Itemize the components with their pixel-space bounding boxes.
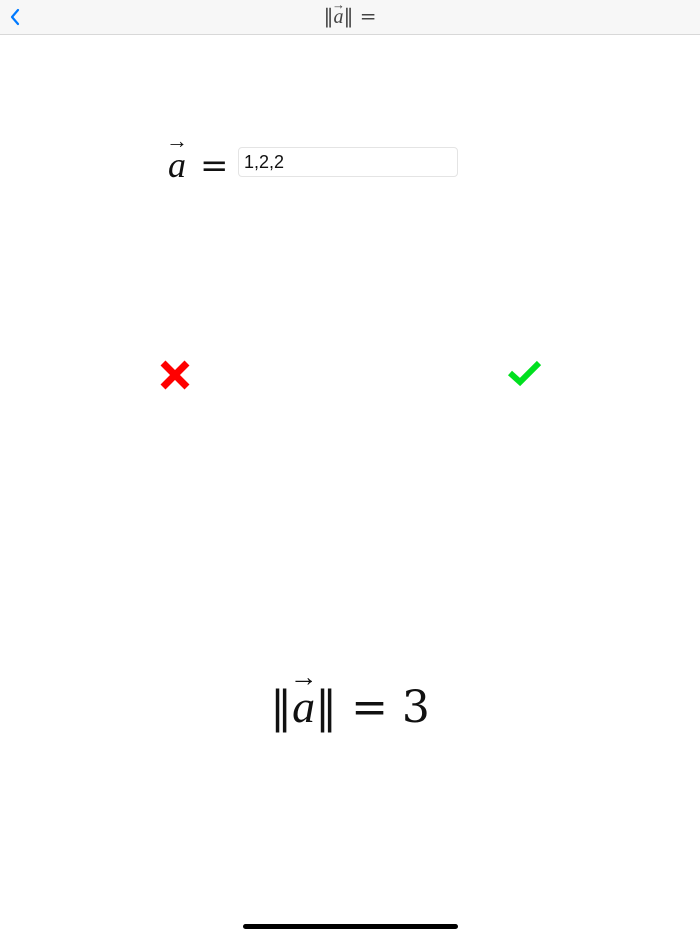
equals-sign: = (200, 146, 229, 186)
nav-title-suffix: ‖ = (343, 4, 377, 28)
vector-arrow-icon: → (166, 128, 188, 153)
vector-input-row: → a = (166, 130, 458, 189)
nav-title: ‖ → a‖ = (0, 0, 700, 29)
navigation-bar: ‖ → a‖ = (0, 0, 700, 35)
confirm-button[interactable] (506, 359, 544, 389)
nav-title-vector: → a (332, 0, 345, 29)
result-suffix: ‖ = 3 (315, 682, 430, 733)
home-indicator[interactable] (243, 924, 458, 929)
norm-result: ‖ → a‖ = 3 (0, 664, 700, 734)
checkmark-icon (507, 360, 542, 387)
clear-button[interactable] (157, 357, 193, 393)
vector-label: → a = (166, 130, 229, 187)
vector-components-input[interactable] (238, 147, 458, 177)
result-vector: → a (290, 664, 318, 733)
vector-arrow-icon: → (331, 0, 345, 12)
vector-symbol: → a (166, 130, 188, 186)
vector-arrow-icon: → (289, 662, 318, 693)
x-icon (160, 360, 190, 390)
